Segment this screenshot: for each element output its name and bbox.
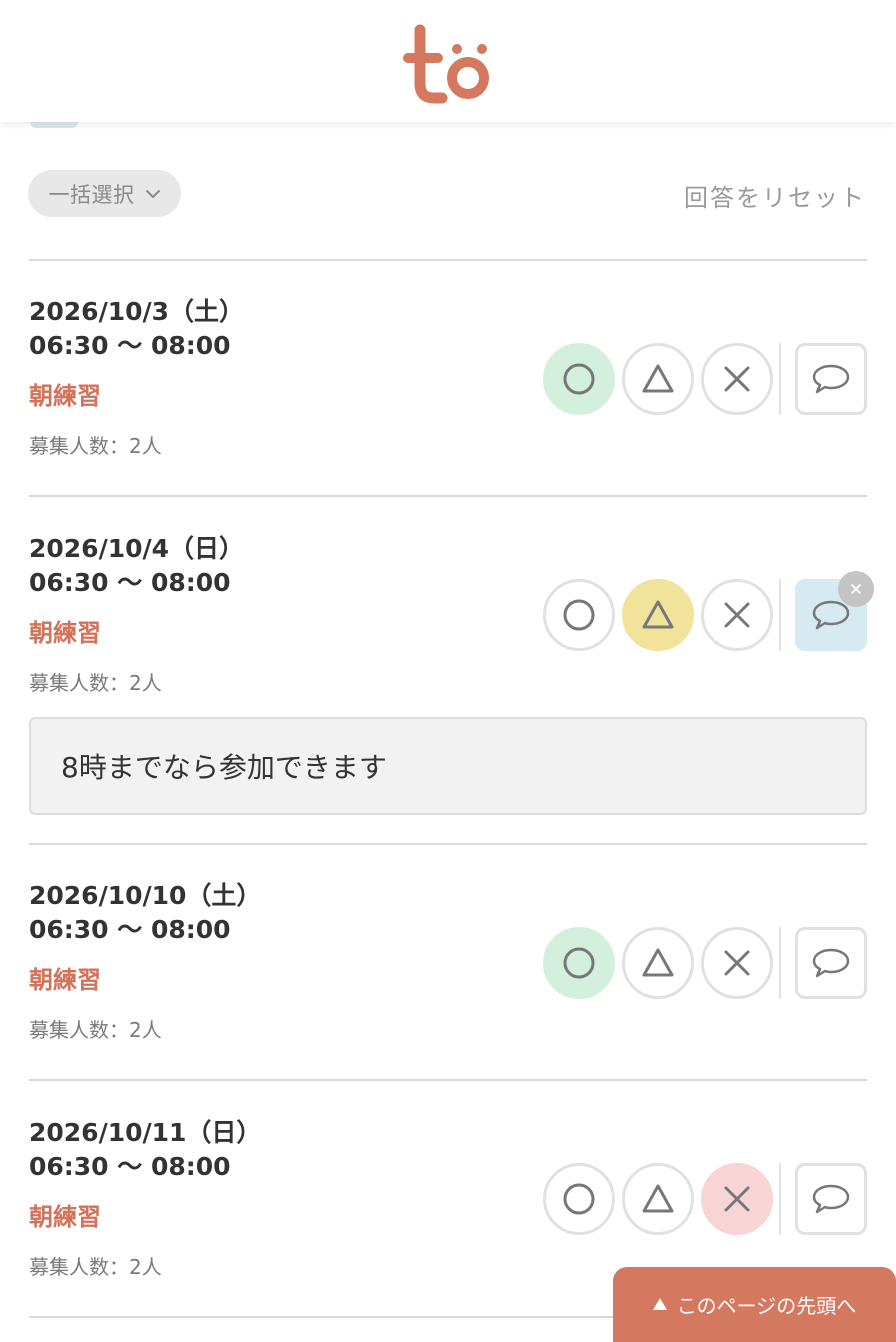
triangle-icon — [642, 600, 674, 629]
divider — [29, 495, 867, 497]
logo-icon[interactable] — [398, 22, 498, 106]
schedule-entry: 2026/10/3（土） 06:30 〜 08:00 朝練習 募集人数：2人 — [29, 292, 867, 472]
clear-comment-button[interactable] — [838, 571, 874, 607]
reset-answers-link[interactable]: 回答をリセット — [684, 178, 866, 213]
scroll-to-top-label: このページの先頭へ — [676, 1294, 857, 1318]
entry-capacity: 募集人数：2人 — [29, 671, 162, 695]
app-header — [0, 0, 896, 122]
triangle-icon — [642, 364, 674, 393]
entry-date: 2026/10/4（日） — [29, 534, 245, 563]
scroll-to-top-button[interactable]: このページの先頭へ — [613, 1267, 896, 1342]
answer-maybe-button[interactable] — [622, 579, 694, 651]
cross-icon — [724, 950, 750, 976]
comment-button[interactable] — [795, 1163, 867, 1235]
circle-icon — [563, 1183, 595, 1215]
separator — [779, 579, 781, 651]
separator — [779, 343, 781, 415]
triangle-icon — [642, 1184, 674, 1213]
entry-time: 06:30 〜 08:00 — [29, 331, 231, 360]
cross-icon — [724, 1186, 750, 1212]
entry-time: 06:30 〜 08:00 — [29, 1152, 231, 1181]
close-icon — [851, 584, 861, 594]
entry-date: 2026/10/3（土） — [29, 297, 245, 326]
circle-icon — [563, 363, 595, 395]
answer-maybe-button[interactable] — [622, 1163, 694, 1235]
answer-maybe-button[interactable] — [622, 343, 694, 415]
schedule-entry: 2026/10/10（土） 06:30 〜 08:00 朝練習 募集人数：2人 — [29, 876, 867, 1056]
entry-capacity: 募集人数：2人 — [29, 434, 162, 458]
entry-event: 朝練習 — [29, 382, 101, 410]
bulk-select-button[interactable]: 一括選択 — [28, 170, 181, 217]
entry-event: 朝練習 — [29, 619, 101, 647]
answer-no-button[interactable] — [701, 579, 773, 651]
entry-time: 06:30 〜 08:00 — [29, 915, 231, 944]
divider — [29, 843, 867, 845]
entry-date: 2026/10/10（土） — [29, 881, 262, 910]
entry-time: 06:30 〜 08:00 — [29, 568, 231, 597]
answer-ok-button[interactable] — [543, 1163, 615, 1235]
answer-maybe-button[interactable] — [622, 927, 694, 999]
circle-icon — [563, 599, 595, 631]
separator — [779, 927, 781, 999]
triangle-icon — [642, 948, 674, 977]
divider — [29, 259, 867, 261]
entry-capacity: 募集人数：2人 — [29, 1018, 162, 1042]
entry-date: 2026/10/11（日） — [29, 1118, 262, 1147]
triangle-up-icon — [652, 1297, 667, 1310]
schedule-entry: 2026/10/4（日） 06:30 〜 08:00 朝練習 募集人数：2人 8… — [29, 529, 874, 819]
comment-button[interactable] — [795, 343, 867, 415]
entry-capacity: 募集人数：2人 — [29, 1255, 162, 1279]
schedule-entry: 2026/10/11（日） 06:30 〜 08:00 朝練習 募集人数：2人 — [29, 1113, 867, 1293]
answer-ok-button[interactable] — [543, 927, 615, 999]
answer-no-button[interactable] — [701, 1163, 773, 1235]
entry-event: 朝練習 — [29, 966, 101, 994]
separator — [779, 1163, 781, 1235]
answer-no-button[interactable] — [701, 927, 773, 999]
chevron-down-icon — [145, 189, 160, 198]
answer-ok-button[interactable] — [543, 579, 615, 651]
divider — [29, 1079, 867, 1081]
circle-icon — [563, 947, 595, 979]
comment-button[interactable] — [795, 927, 867, 999]
cross-icon — [724, 602, 750, 628]
answer-no-button[interactable] — [701, 343, 773, 415]
entry-event: 朝練習 — [29, 1203, 101, 1231]
speech-bubble-icon — [812, 1184, 850, 1214]
answer-ok-button[interactable] — [543, 343, 615, 415]
bulk-select-label: 一括選択 — [48, 182, 135, 207]
speech-bubble-icon — [812, 948, 850, 978]
speech-bubble-icon — [812, 364, 850, 394]
cross-icon — [724, 366, 750, 392]
comment-text[interactable]: 8時までなら参加できます — [29, 717, 867, 815]
